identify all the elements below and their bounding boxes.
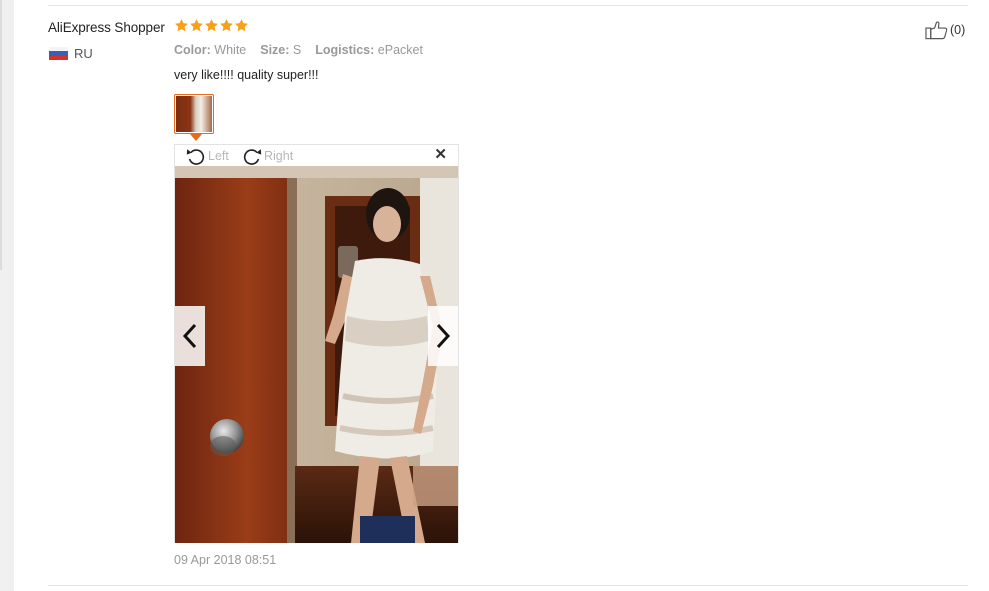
star-icon [175, 19, 188, 32]
attr-color-key: Color: [174, 43, 211, 57]
order-attributes: Color: White Size: S Logistics: ePacket [174, 43, 423, 57]
star-rating [174, 18, 249, 33]
helpful-button[interactable]: (0) [925, 20, 965, 40]
close-icon[interactable]: ✕ [434, 147, 447, 162]
thumbnail-image [176, 96, 212, 132]
photo-viewer: Left Right ✕ [174, 144, 459, 543]
review-photo-image [175, 166, 458, 543]
viewer-toolbar: Left Right ✕ [175, 145, 458, 166]
star-icon [205, 19, 218, 32]
next-photo-button[interactable] [428, 306, 458, 366]
rotate-left-label: Left [208, 149, 229, 163]
rotate-right-label: Right [264, 149, 294, 163]
country-code: RU [74, 46, 93, 61]
thumbs-up-icon [925, 21, 948, 40]
star-icon [190, 19, 203, 32]
star-icon [220, 19, 233, 32]
rotate-left-icon [186, 149, 205, 165]
previous-photo-button[interactable] [175, 306, 205, 366]
chevron-left-icon [182, 323, 197, 349]
reviewer-name: AliExpress Shopper [48, 20, 165, 35]
attr-logistics-value: ePacket [377, 43, 423, 57]
attr-logistics: Logistics: ePacket [315, 43, 423, 57]
reviewer-country: RU [49, 46, 93, 61]
attr-size-value: S [292, 43, 302, 57]
star-icon [235, 19, 248, 32]
review-date: 09 Apr 2018 08:51 [174, 553, 277, 567]
review-photo [175, 166, 458, 543]
rotate-right-button[interactable]: Right [241, 146, 293, 166]
divider-bottom [48, 585, 968, 586]
attr-size-key: Size: [260, 43, 290, 57]
review-photo-thumbnail[interactable] [174, 94, 214, 134]
scroll-track [0, 0, 2, 270]
attr-color: Color: White [174, 43, 246, 57]
chevron-right-icon [436, 323, 451, 349]
left-gutter [0, 0, 14, 591]
thumbnail-active-caret [190, 134, 202, 141]
helpful-count: (0) [950, 23, 966, 37]
rotate-left-button[interactable]: Left [185, 146, 229, 166]
rotate-right-icon [243, 149, 262, 165]
attr-color-value: White [214, 43, 247, 57]
divider-top [48, 5, 968, 6]
attr-logistics-key: Logistics: [315, 43, 375, 57]
review-text: very like!!!! quality super!!! [174, 68, 319, 82]
attr-size: Size: S [260, 43, 301, 57]
russia-flag-icon [49, 47, 68, 60]
